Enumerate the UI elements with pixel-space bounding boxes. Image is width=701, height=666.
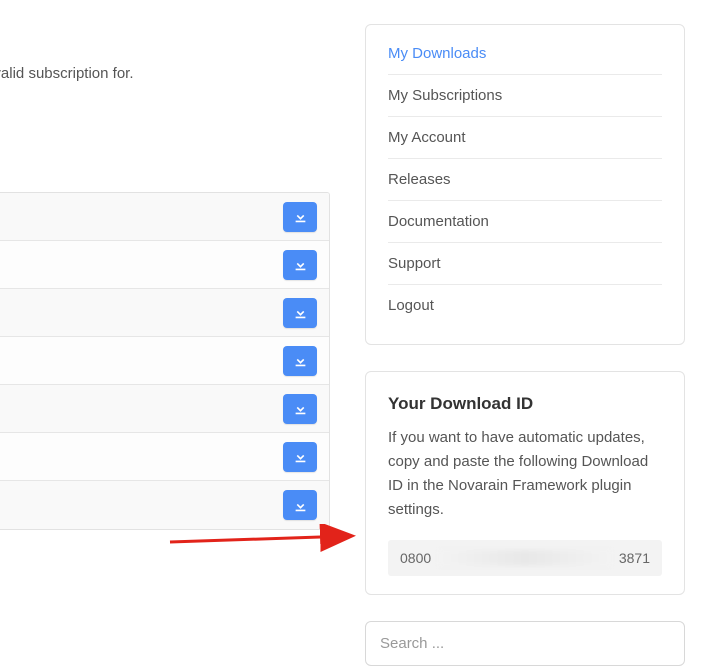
- download-icon: [294, 354, 307, 367]
- search-box: [365, 621, 685, 666]
- sidebar-menu: My DownloadsMy SubscriptionsMy AccountRe…: [388, 33, 662, 326]
- download-id-text: If you want to have automatic updates, c…: [388, 426, 662, 540]
- menu-item[interactable]: My Subscriptions: [388, 75, 662, 117]
- download-id-value[interactable]: 0800 3871: [388, 540, 662, 576]
- download-row: [0, 241, 329, 289]
- download-row: [0, 385, 329, 433]
- intro-text: ensions you have a valid subscription fo…: [0, 0, 330, 82]
- download-icon: [294, 450, 307, 463]
- download-id-suffix: 3871: [619, 550, 650, 566]
- download-button[interactable]: [283, 250, 317, 280]
- menu-item[interactable]: Releases: [388, 159, 662, 201]
- download-icon: [294, 402, 307, 415]
- menu-item[interactable]: My Account: [388, 117, 662, 159]
- download-row: [0, 481, 329, 529]
- download-icon: [294, 258, 307, 271]
- sidebar-menu-card: My DownloadsMy SubscriptionsMy AccountRe…: [365, 24, 685, 345]
- download-button[interactable]: [283, 394, 317, 424]
- search-input[interactable]: [366, 622, 684, 665]
- download-button[interactable]: [283, 490, 317, 520]
- download-button[interactable]: [283, 442, 317, 472]
- download-row: [0, 193, 329, 241]
- download-button[interactable]: [283, 298, 317, 328]
- download-icon: [294, 306, 307, 319]
- download-row: [0, 337, 329, 385]
- download-id-obscured: [439, 550, 611, 566]
- menu-item[interactable]: My Downloads: [388, 33, 662, 75]
- menu-item[interactable]: Logout: [388, 285, 662, 326]
- download-table: [0, 192, 330, 530]
- download-button[interactable]: [283, 202, 317, 232]
- download-icon: [294, 499, 307, 512]
- menu-item[interactable]: Documentation: [388, 201, 662, 243]
- download-id-title: Your Download ID: [388, 380, 662, 426]
- menu-item[interactable]: Support: [388, 243, 662, 285]
- download-icon: [294, 210, 307, 223]
- download-row: [0, 289, 329, 337]
- download-row: [0, 433, 329, 481]
- download-id-card: Your Download ID If you want to have aut…: [365, 371, 685, 595]
- download-id-prefix: 0800: [400, 550, 431, 566]
- download-button[interactable]: [283, 346, 317, 376]
